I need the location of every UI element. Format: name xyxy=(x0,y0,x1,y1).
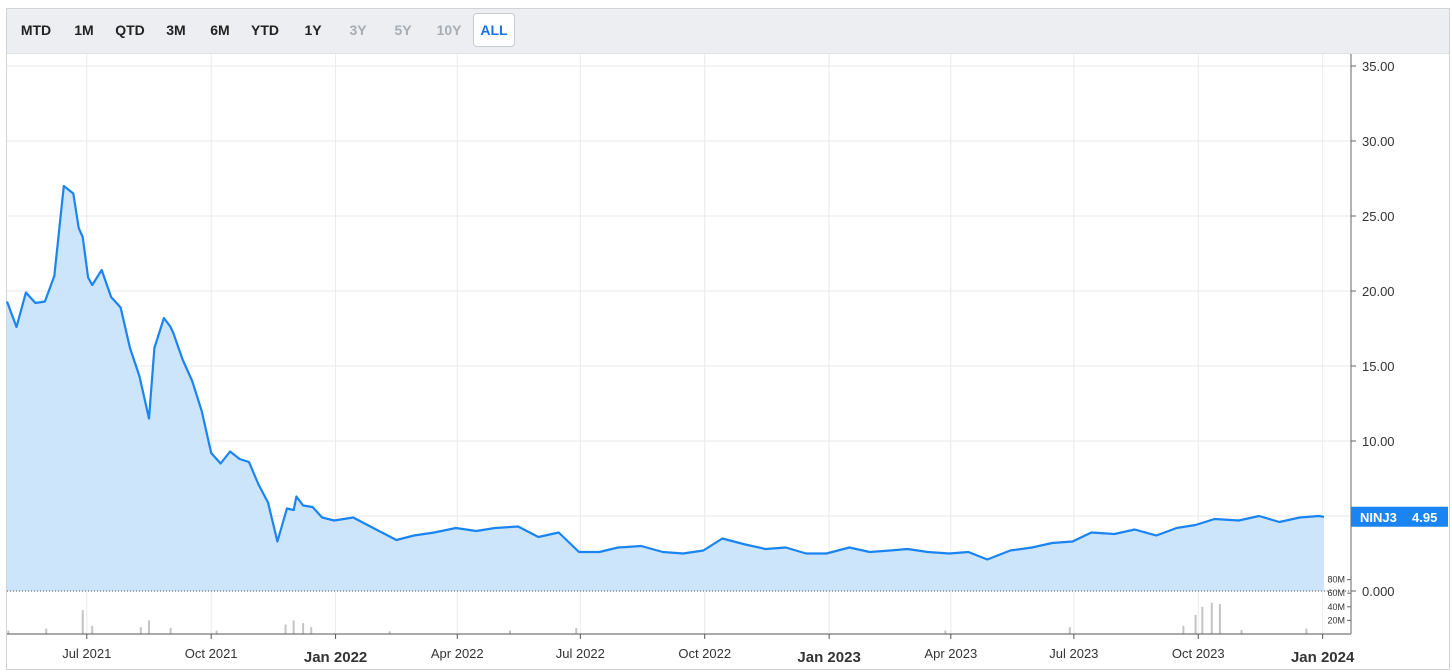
range-button-mtd[interactable]: MTD xyxy=(17,13,55,47)
range-button-1m[interactable]: 1M xyxy=(67,13,101,47)
legend: NINJ3 GetNinjas S.A. 4.95 BRL +0.08 +1.6… xyxy=(12,60,360,90)
legend-series-marker xyxy=(12,60,16,90)
legend-change: +0.08 xyxy=(251,67,287,83)
legend-price: 4.95 xyxy=(193,67,221,83)
range-button-3y: 3Y xyxy=(349,22,367,38)
range-button-3m[interactable]: 3M xyxy=(159,13,193,47)
legend-currency: BRL xyxy=(226,71,244,81)
crosshair-cursor xyxy=(1342,62,1344,64)
chart-frame xyxy=(6,8,1450,670)
range-button-1y[interactable]: 1Y xyxy=(299,13,327,47)
range-button-6m[interactable]: 6M xyxy=(203,13,237,47)
range-button-10y: 10Y xyxy=(436,22,462,38)
range-button-qtd[interactable]: QTD xyxy=(110,13,150,47)
legend-company-name: GetNinjas S.A. xyxy=(79,67,176,83)
range-toolbar: MTD 1M QTD 3M 6M YTD 1Y 3Y 5Y 10Y ALL xyxy=(7,9,1449,54)
range-button-all[interactable]: ALL xyxy=(473,13,515,47)
range-button-ytd[interactable]: YTD xyxy=(245,13,285,47)
range-button-5y: 5Y xyxy=(394,22,412,38)
legend-ticker: NINJ3 xyxy=(23,67,63,83)
legend-change-pct: +1.62% xyxy=(299,67,344,83)
